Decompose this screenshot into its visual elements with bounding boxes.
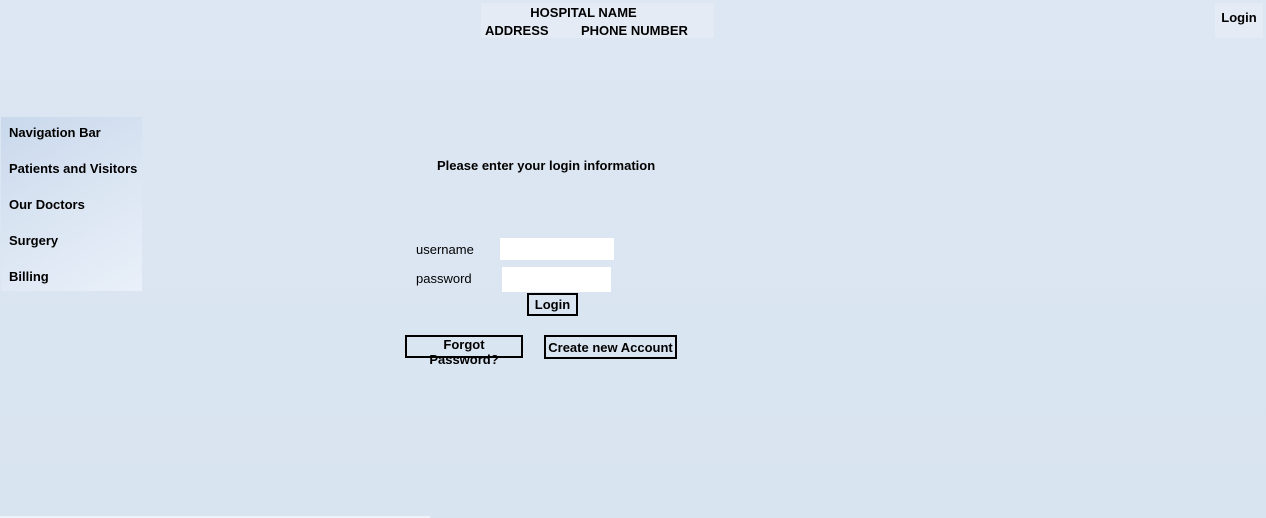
password-label: password bbox=[416, 271, 472, 286]
hospital-name: HOSPITAL NAME bbox=[530, 5, 637, 20]
sidebar-nav: Navigation Bar Patients and Visitors Our… bbox=[1, 117, 142, 291]
sidebar-item-surgery[interactable]: Surgery bbox=[9, 233, 58, 248]
header-login-link[interactable]: Login bbox=[1215, 3, 1263, 38]
sidebar-item-our-doctors[interactable]: Our Doctors bbox=[9, 197, 85, 212]
login-prompt: Please enter your login information bbox=[437, 158, 656, 173]
sidebar-item-navigation-bar[interactable]: Navigation Bar bbox=[9, 125, 101, 140]
create-account-button[interactable]: Create new Account bbox=[544, 335, 677, 359]
site-header: HOSPITAL NAME ADDRESS PHONE NUMBER bbox=[481, 3, 714, 38]
username-label: username bbox=[416, 242, 474, 257]
hospital-address: ADDRESS bbox=[485, 23, 549, 38]
login-button[interactable]: Login bbox=[527, 293, 578, 316]
hospital-phone: PHONE NUMBER bbox=[581, 23, 688, 38]
username-field[interactable] bbox=[500, 238, 614, 260]
forgot-password-button[interactable]: Forgot Password? bbox=[405, 335, 523, 367]
sidebar-item-patients-and-visitors[interactable]: Patients and Visitors bbox=[9, 161, 137, 176]
sidebar-item-billing[interactable]: Billing bbox=[9, 269, 49, 284]
password-field[interactable] bbox=[502, 267, 611, 292]
page: HOSPITAL NAME ADDRESS PHONE NUMBER Login… bbox=[0, 0, 1266, 518]
